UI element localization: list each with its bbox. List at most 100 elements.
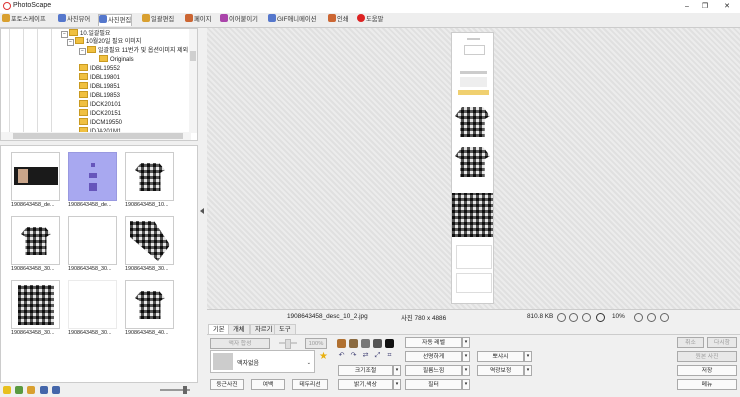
thumbnail-item[interactable]: 1908643458_30...: [68, 216, 118, 276]
tree-vertical-scrollbar[interactable]: [189, 29, 197, 133]
original-photo-button[interactable]: 원본 사진: [677, 351, 737, 362]
tree-item[interactable]: IDBL19552: [79, 64, 120, 73]
star-icon[interactable]: [3, 386, 11, 394]
backlight-button[interactable]: 역광보정 ▾: [477, 365, 532, 376]
thumbnail-item[interactable]: 1908643458_30...: [125, 216, 175, 276]
image-canvas[interactable]: [207, 28, 740, 309]
color-ball-icon[interactable]: [337, 339, 346, 348]
color-ball-icon[interactable]: [373, 339, 382, 348]
thumbnail-item[interactable]: 1908643458_de...: [11, 152, 61, 212]
tab-gif[interactable]: GIF애니메이션: [268, 14, 316, 25]
thumbnail-image: [125, 152, 174, 201]
save-button[interactable]: 저장: [677, 365, 737, 376]
tree-item[interactable]: − 일괄필요 11번가 및 옵션이미지 제외: [79, 46, 188, 55]
bloom-button[interactable]: 뽀샤시 ▾: [477, 351, 532, 362]
thumbnail-item[interactable]: 1908643458_40...: [125, 280, 175, 340]
redo-button[interactable]: 다시함: [707, 337, 737, 348]
tree-horizontal-scrollbar[interactable]: [1, 132, 191, 140]
zoom-out-icon[interactable]: [647, 313, 656, 322]
tab-page[interactable]: 페이지: [185, 14, 211, 25]
thumbnail-image: [125, 216, 174, 265]
panel-splitter[interactable]: [199, 28, 206, 397]
tab-combine[interactable]: 이어붙이기: [220, 14, 258, 25]
thumbnail-item[interactable]: 1908643458_10...: [125, 152, 175, 212]
rotate-left-icon[interactable]: ↶: [337, 351, 346, 360]
dropdown-arrow[interactable]: ▾: [393, 365, 401, 376]
dropdown-arrow[interactable]: ▾: [524, 351, 532, 362]
forward-arrow-icon[interactable]: [52, 386, 60, 394]
tree-item[interactable]: − 10월20일 필요 이미지: [67, 37, 141, 46]
settings-icon[interactable]: [660, 313, 669, 322]
dropdown-arrow[interactable]: ▾: [462, 365, 470, 376]
back-arrow-icon[interactable]: [40, 386, 48, 394]
collapse-arrow-icon[interactable]: [200, 208, 204, 214]
flip-icon[interactable]: ⇄: [361, 351, 370, 360]
tree-item[interactable]: IDBL19853: [79, 91, 120, 100]
dropdown-arrow[interactable]: ▾: [393, 379, 401, 390]
auto-level-button[interactable]: 자동 레벨 ▾: [405, 337, 470, 348]
color-ball-icon[interactable]: [385, 339, 394, 348]
thumbnail-item[interactable]: 1908643458_de...: [68, 152, 118, 212]
crop-icon[interactable]: ⌗: [385, 351, 394, 360]
zoom-in-icon[interactable]: [634, 313, 643, 322]
margin-button[interactable]: 여백: [251, 379, 285, 390]
minimize-button[interactable]: –: [680, 1, 694, 12]
thumbnail-item[interactable]: 1908643458_30...: [11, 216, 61, 276]
help-icon: [357, 14, 365, 22]
scrollbar-thumb[interactable]: [13, 133, 183, 139]
tree-item[interactable]: IDCK20101: [79, 100, 121, 109]
color-ball-icon[interactable]: [361, 339, 370, 348]
color-ball-icon[interactable]: [349, 339, 358, 348]
slider-handle[interactable]: [285, 339, 291, 349]
tree-guide: [37, 29, 38, 133]
restore-button[interactable]: ❐: [698, 1, 712, 12]
brightness-color-button[interactable]: 밝기,색상 ▾: [338, 379, 401, 390]
dropdown-arrow[interactable]: ▾: [462, 351, 470, 362]
thumbnail-item[interactable]: 1908643458_30...: [68, 280, 118, 340]
dropdown-arrow[interactable]: ▾: [462, 379, 470, 390]
frame-dropdown[interactable]: 액자없음 ⌄: [210, 350, 315, 373]
filter-button[interactable]: 필터 ▾: [405, 379, 470, 390]
undo-button[interactable]: 취소: [677, 337, 704, 348]
tree-item[interactable]: IDBL19851: [79, 82, 120, 91]
slider-handle[interactable]: [183, 386, 187, 394]
tab-help[interactable]: 도움말: [357, 14, 383, 25]
fit-screen-icon[interactable]: [569, 313, 578, 322]
round-photo-button[interactable]: 둥근사진: [210, 379, 244, 390]
tab-print[interactable]: 인쇄: [328, 14, 349, 25]
folder-tree[interactable]: −10.일괄필요 −10월20일 필요 이미지 − 일괄필요 11번가 및 옵션이…: [0, 28, 198, 141]
fit-icon[interactable]: [557, 313, 566, 322]
thumbnail-item[interactable]: 1908643458_30...: [11, 280, 61, 340]
frame-swatch: [213, 353, 233, 370]
tab-label: 도움말: [366, 16, 384, 23]
zoom-100-icon[interactable]: [582, 313, 591, 322]
resize-button[interactable]: 크기조절 ▾: [338, 365, 401, 376]
close-button[interactable]: ✕: [720, 1, 734, 12]
border-line-button[interactable]: 테두리선: [292, 379, 328, 390]
tab-batch[interactable]: 일괄편집: [142, 14, 174, 25]
collapse-icon[interactable]: −: [79, 48, 86, 55]
collapse-icon[interactable]: −: [67, 39, 74, 46]
tab-editor[interactable]: 사진편집: [98, 14, 133, 26]
tree-item[interactable]: Originals: [99, 55, 134, 64]
resize-icon[interactable]: ⤢: [373, 351, 382, 360]
dropdown-arrow[interactable]: ▾: [524, 365, 532, 376]
menu-button[interactable]: 메뉴: [677, 379, 737, 390]
folder-icon: [79, 118, 88, 125]
folder-icon[interactable]: [27, 386, 35, 394]
frame-size-field[interactable]: 100%: [305, 338, 327, 349]
film-effect-button[interactable]: 필름느낌 ▾: [405, 365, 470, 376]
sharpen-button[interactable]: 선명하게 ▾: [405, 351, 470, 362]
refresh-icon[interactable]: [15, 386, 23, 394]
rotate-right-icon[interactable]: ↷: [349, 351, 358, 360]
star-icon[interactable]: ★: [319, 351, 328, 362]
tab-photoscape[interactable]: 포토스케이프: [2, 14, 46, 25]
tree-item[interactable]: IDBL19801: [79, 73, 120, 82]
zoom-fit-icon[interactable]: [596, 313, 605, 322]
tree-item[interactable]: IDCM19550: [79, 118, 122, 127]
dropdown-arrow[interactable]: ▾: [462, 337, 470, 348]
tree-item[interactable]: IDCK20151: [79, 109, 121, 118]
scrollbar-thumb[interactable]: [190, 51, 196, 61]
tab-viewer[interactable]: 사진뷰어: [58, 14, 90, 25]
frame-fit-button[interactable]: 액자 합성: [210, 338, 270, 349]
